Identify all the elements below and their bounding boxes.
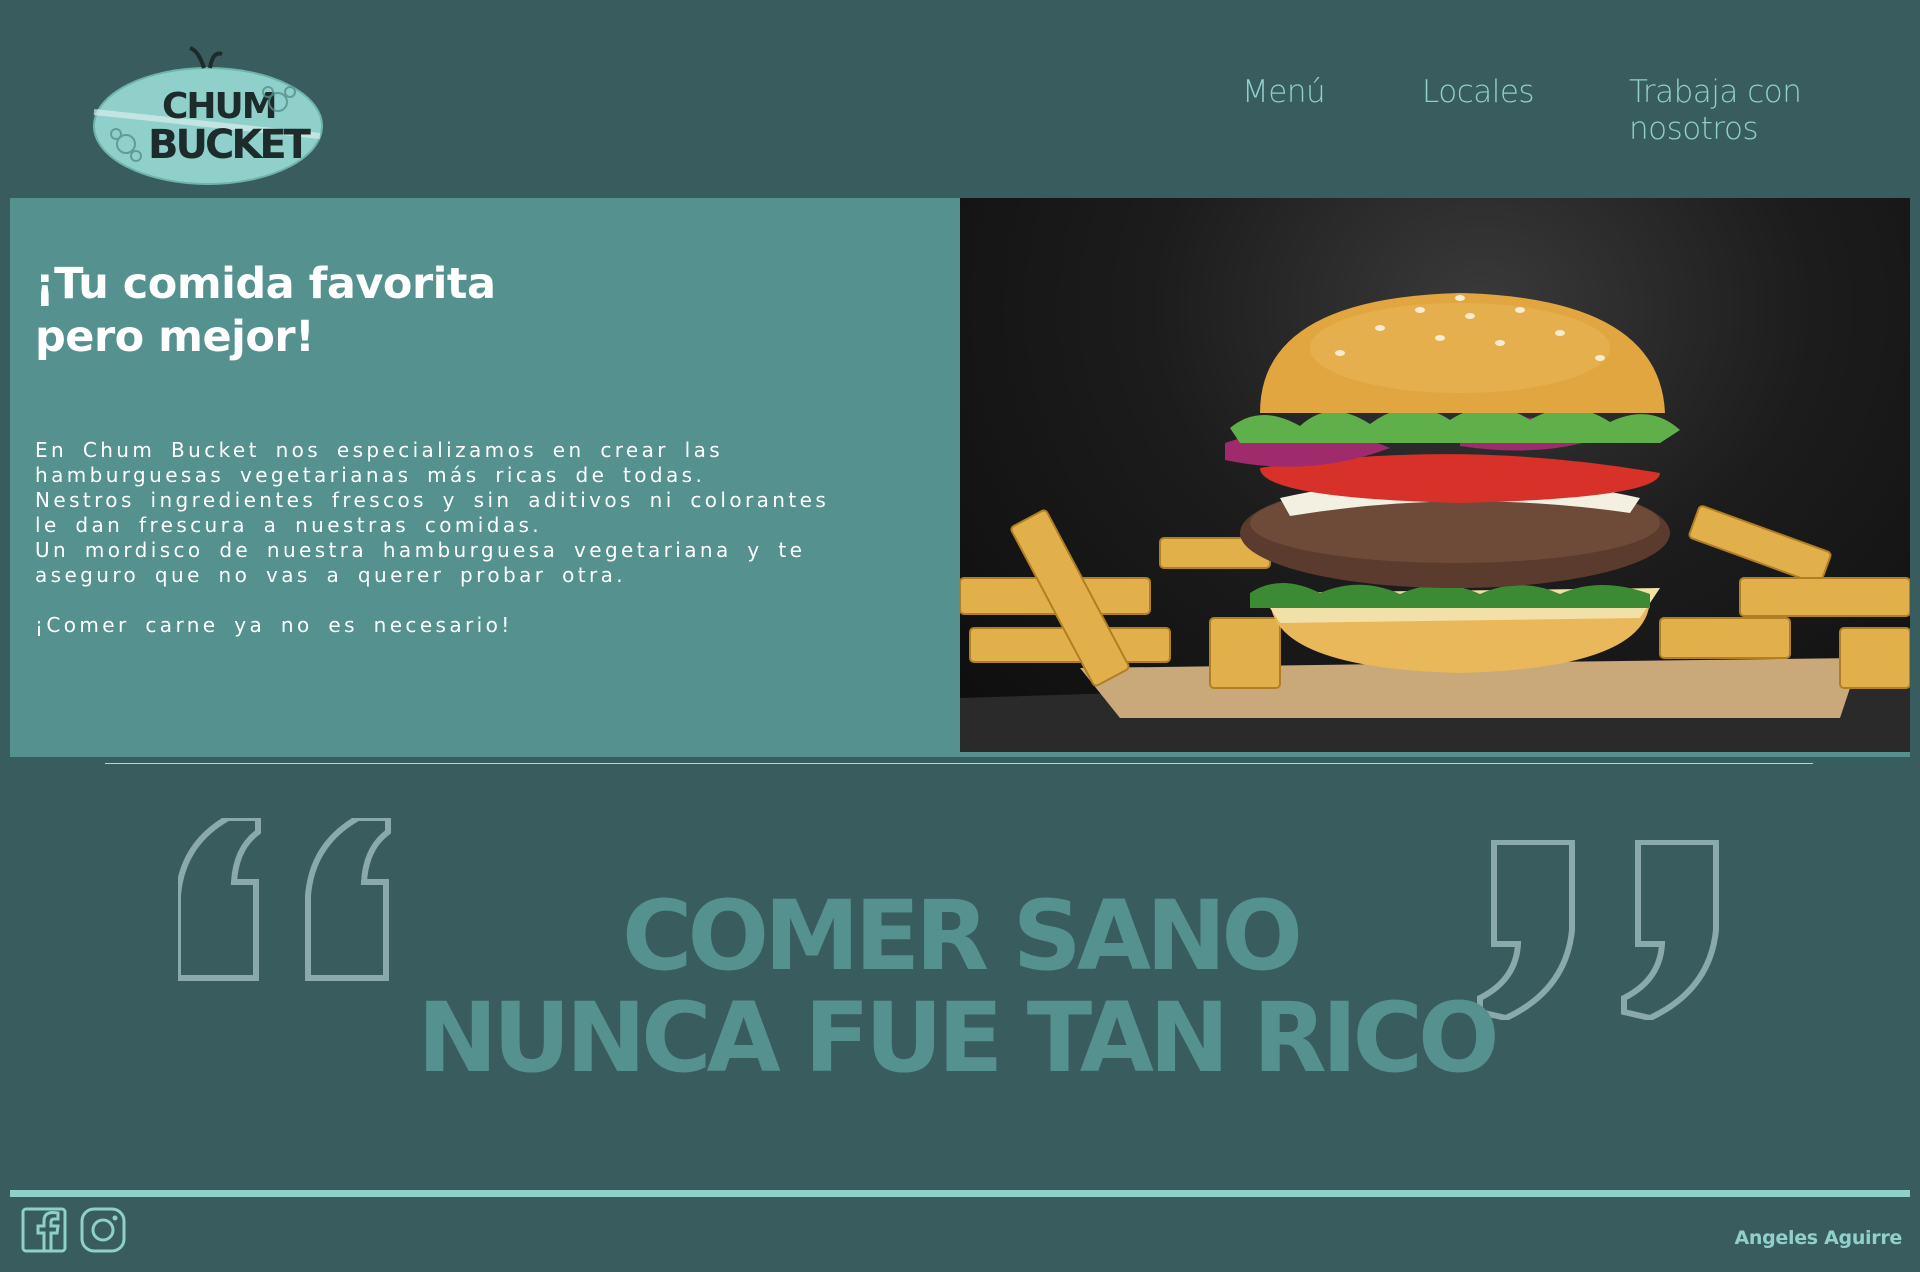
hero-text-panel: ¡Tu comida favorita pero mejor! En Chum … [10,198,960,757]
hero-paragraph-2: Nestros ingredientes frescos y sin aditi… [35,488,830,537]
main-nav: Menú Locales Trabaja con nosotros [0,74,1920,164]
instagram-icon[interactable] [80,1207,126,1253]
hero-section: ¡Tu comida favorita pero mejor! En Chum … [10,198,1910,757]
nav-item-locales[interactable]: Locales [1422,74,1535,111]
hero-title-line1: ¡Tu comida favorita [35,259,496,309]
nav-item-menu[interactable]: Menú [1242,74,1326,111]
burger-image [960,198,1910,752]
section-divider [105,763,1813,764]
facebook-icon[interactable] [21,1207,67,1253]
burger-illustration [960,293,1910,752]
hero-description: En Chum Bucket nos especializamos en cre… [35,438,835,638]
quote-line-1: COMER SANO [622,880,1303,992]
hero-paragraph-1: En Chum Bucket nos especializamos en cre… [35,438,724,487]
author-credit: Angeles Aguirre [1734,1227,1902,1249]
hero-paragraph-4: ¡Comer carne ya no es necesario! [35,613,513,637]
nav-item-trabaja-con-nosotros[interactable]: Trabaja con nosotros [1629,74,1809,148]
footer-bar [10,1190,1910,1197]
hero-image-strip [960,752,1910,757]
hero-title-line2: pero mejor! [35,312,315,362]
hero-paragraph-3: Un mordisco de nuestra hamburguesa veget… [35,538,806,587]
quote-line-2: NUNCA FUE TAN RICO [417,982,1499,1094]
hero-title: ¡Tu comida favorita pero mejor! [35,258,535,364]
